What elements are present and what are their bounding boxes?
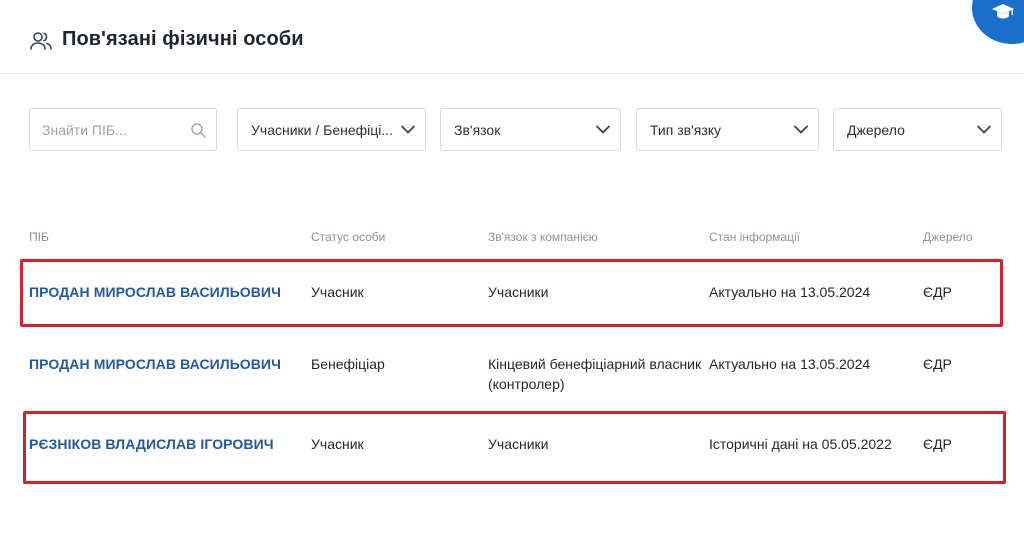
column-header-relation: Зв'язок з компанією: [488, 230, 598, 244]
company-relation-continued: (контролер): [488, 376, 565, 392]
source-select-value: Джерело: [847, 122, 905, 138]
relation-select[interactable]: Зв'язок: [440, 108, 621, 151]
search-input[interactable]: [42, 119, 182, 141]
column-header-info-state: Стан інформації: [709, 230, 800, 244]
search-icon: [191, 123, 206, 138]
chevron-down-icon: [977, 125, 991, 134]
users-icon: [30, 32, 52, 50]
search-field[interactable]: [29, 108, 217, 151]
source-value: ЄДР: [923, 356, 952, 372]
graduation-cap-icon: [992, 4, 1014, 19]
table-row: ПРОДАН МИРОСЛАВ ВАСИЛЬОВИЧ Бенефіціар Кі…: [0, 336, 1024, 406]
info-state: Актуально на 13.05.2024: [709, 356, 871, 372]
highlight-frame: [23, 411, 1006, 484]
person-name-link[interactable]: ПРОДАН МИРОСЛАВ ВАСИЛЬОВИЧ: [29, 354, 281, 374]
page-title: Пов'язані фізичні особи: [62, 28, 304, 50]
source-select[interactable]: Джерело: [833, 108, 1002, 151]
highlight-frame: [20, 259, 1003, 327]
role-select-value: Учасники / Бенефіці...: [251, 122, 394, 138]
page: Пов'язані фізичні особи Учасники / Бенеф…: [0, 0, 1024, 556]
page-header: Пов'язані фізичні особи: [0, 0, 1024, 74]
company-relation: Кінцевий бенефіціарний власник: [488, 356, 702, 372]
person-status: Бенефіціар: [311, 356, 385, 372]
relation-type-select-value: Тип зв'язку: [650, 122, 722, 138]
chevron-down-icon: [401, 125, 415, 134]
relation-type-select[interactable]: Тип зв'язку: [636, 108, 819, 151]
chevron-down-icon: [596, 125, 610, 134]
role-select[interactable]: Учасники / Бенефіці...: [237, 108, 426, 151]
column-header-status: Статус особи: [311, 230, 386, 244]
column-header-name: ПІБ: [29, 230, 49, 244]
chevron-down-icon: [794, 125, 808, 134]
column-header-source: Джерело: [923, 230, 973, 244]
relation-select-value: Зв'язок: [454, 122, 501, 138]
